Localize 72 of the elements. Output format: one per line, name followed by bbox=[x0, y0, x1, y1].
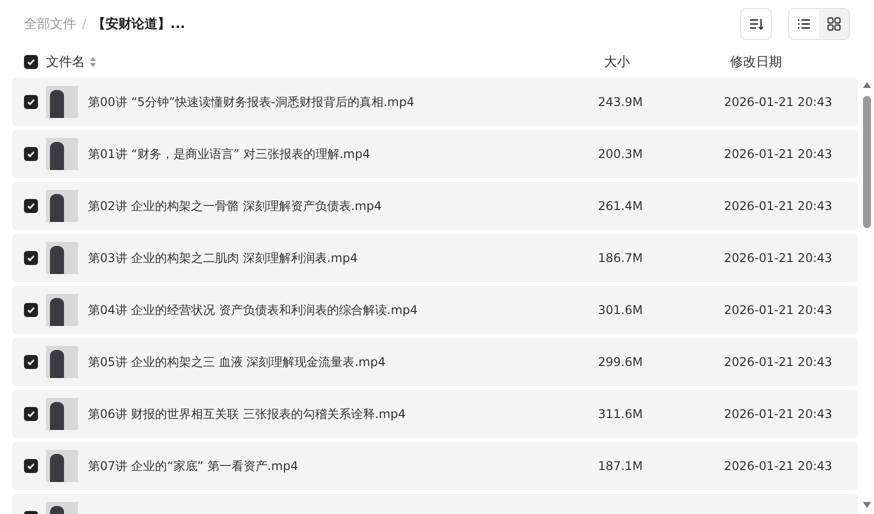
file-row[interactable]: 第01讲 “财务，是商业语言” 对三张报表的理解.mp4 200.3M 2026-01-21 20:43 bbox=[12, 130, 858, 178]
modified-date: 2026-01-21 20:43 bbox=[724, 355, 832, 369]
file-name: 第01讲 “财务，是商业语言” 对三张报表的理解.mp4 bbox=[88, 146, 372, 162]
breadcrumb-separator: / bbox=[82, 16, 86, 32]
scrollbar[interactable] bbox=[862, 82, 872, 508]
file-name: 第06讲 财报的世界相互关联 三张报表的勾稽关系诠释.mp4 bbox=[88, 406, 407, 422]
file-size: 200.3M bbox=[598, 147, 644, 161]
row-checkbox[interactable] bbox=[24, 355, 38, 369]
modified-date: 2026-01-21 20:43 bbox=[724, 95, 832, 109]
select-all-checkbox[interactable] bbox=[24, 55, 38, 69]
sort-arrows-icon[interactable] bbox=[89, 56, 97, 68]
file-size: 301.6M bbox=[598, 303, 644, 317]
check-icon bbox=[26, 357, 36, 367]
file-row[interactable]: 第07讲 企业的“家底” 第一看资产.mp4 187.1M 2026-01-21 20:43 bbox=[12, 442, 858, 490]
file-name: 第02讲 企业的构架之一骨骼 深刻理解资产负债表.mp4 bbox=[88, 198, 383, 214]
grid-icon bbox=[827, 17, 841, 31]
file-row[interactable]: 第03讲 企业的构架之二肌肉 深刻理解利润表.mp4 186.7M 2026-01-21 20:43 bbox=[12, 234, 858, 282]
scroll-up-icon[interactable] bbox=[863, 82, 871, 88]
check-icon bbox=[26, 57, 36, 67]
sort-icon bbox=[748, 16, 764, 32]
modified-date: 2026-01-21 20:43 bbox=[724, 199, 832, 213]
check-icon bbox=[26, 253, 36, 263]
video-thumbnail bbox=[46, 346, 78, 378]
file-size: 299.6M bbox=[598, 355, 644, 369]
grid-view-button[interactable] bbox=[819, 9, 849, 39]
video-thumbnail bbox=[46, 242, 78, 274]
file-row[interactable]: 第05讲 企业的构架之三 血液 深刻理解现金流量表.mp4 299.6M 2026-01-21 20:43 bbox=[12, 338, 858, 386]
row-checkbox[interactable] bbox=[24, 147, 38, 161]
column-header[interactable]: 文件名 bbox=[46, 53, 85, 71]
file-row[interactable]: 第02讲 企业的构架之一骨骼 深刻理解资产负债表.mp4 261.4M 2026-01-21 20:43 bbox=[12, 182, 858, 230]
check-icon bbox=[26, 305, 36, 315]
modified-date: 2026-01-21 20:43 bbox=[724, 459, 832, 473]
video-thumbnail bbox=[46, 450, 78, 482]
list-icon bbox=[797, 17, 811, 31]
file-size: 186.7M bbox=[598, 251, 644, 265]
column-header[interactable]: 大小 bbox=[604, 53, 630, 71]
row-checkbox[interactable] bbox=[24, 199, 38, 213]
file-size: 261.4M bbox=[598, 199, 644, 213]
check-icon bbox=[26, 409, 36, 419]
sort-button[interactable] bbox=[740, 8, 772, 40]
file-name: 第04讲 企业的经营状况 资产负债表和利润表的综合解读.mp4 bbox=[88, 302, 419, 318]
modified-date: 2026-01-21 20:43 bbox=[724, 147, 832, 161]
current-folder: 【安财论道】... bbox=[92, 16, 186, 33]
modified-date: 2026-01-21 20:43 bbox=[724, 407, 832, 421]
file-row[interactable]: 第04讲 企业的经营状况 资产负债表和利润表的综合解读.mp4 301.6M 2026-01-21 20:43 bbox=[12, 286, 858, 334]
column-header[interactable]: 修改日期 bbox=[730, 53, 782, 71]
video-thumbnail bbox=[46, 398, 78, 430]
video-thumbnail bbox=[46, 294, 78, 326]
file-size: 311.6M bbox=[598, 407, 644, 421]
check-icon bbox=[26, 97, 36, 107]
file-name: 第00讲 “5分钟”快速读懂财务报表-洞悉财报背后的真相.mp4 bbox=[88, 94, 416, 110]
scroll-down-icon[interactable] bbox=[863, 502, 871, 508]
check-icon bbox=[26, 149, 36, 159]
file-size: 243.9M bbox=[598, 95, 644, 109]
file-size: 187.1M bbox=[598, 459, 644, 473]
file-row[interactable]: 第06讲 财报的世界相互关联 三张报表的勾稽关系诠释.mp4 311.6M 2026-01-21 20:43 bbox=[12, 390, 858, 438]
check-icon bbox=[26, 461, 36, 471]
video-thumbnail bbox=[46, 138, 78, 170]
modified-date: 2026-01-21 20:43 bbox=[724, 251, 832, 265]
video-thumbnail bbox=[46, 190, 78, 222]
row-checkbox[interactable] bbox=[24, 459, 38, 473]
row-checkbox[interactable] bbox=[24, 407, 38, 421]
row-checkbox[interactable] bbox=[24, 95, 38, 109]
file-name: 第03讲 企业的构架之二肌肉 深刻理解利润表.mp4 bbox=[88, 250, 359, 266]
check-icon bbox=[26, 201, 36, 211]
file-name: 第05讲 企业的构架之三 血液 深刻理解现金流量表.mp4 bbox=[88, 354, 386, 370]
file-name: 第07讲 企业的“家底” 第一看资产.mp4 bbox=[88, 458, 300, 474]
row-checkbox[interactable] bbox=[24, 303, 38, 317]
row-checkbox[interactable] bbox=[24, 251, 38, 265]
file-row[interactable]: 第00讲 “5分钟”快速读懂财务报表-洞悉财报背后的真相.mp4 243.9M 2026-01-21 20:43 bbox=[12, 78, 858, 126]
video-thumbnail bbox=[46, 86, 78, 118]
modified-date: 2026-01-21 20:43 bbox=[724, 303, 832, 317]
